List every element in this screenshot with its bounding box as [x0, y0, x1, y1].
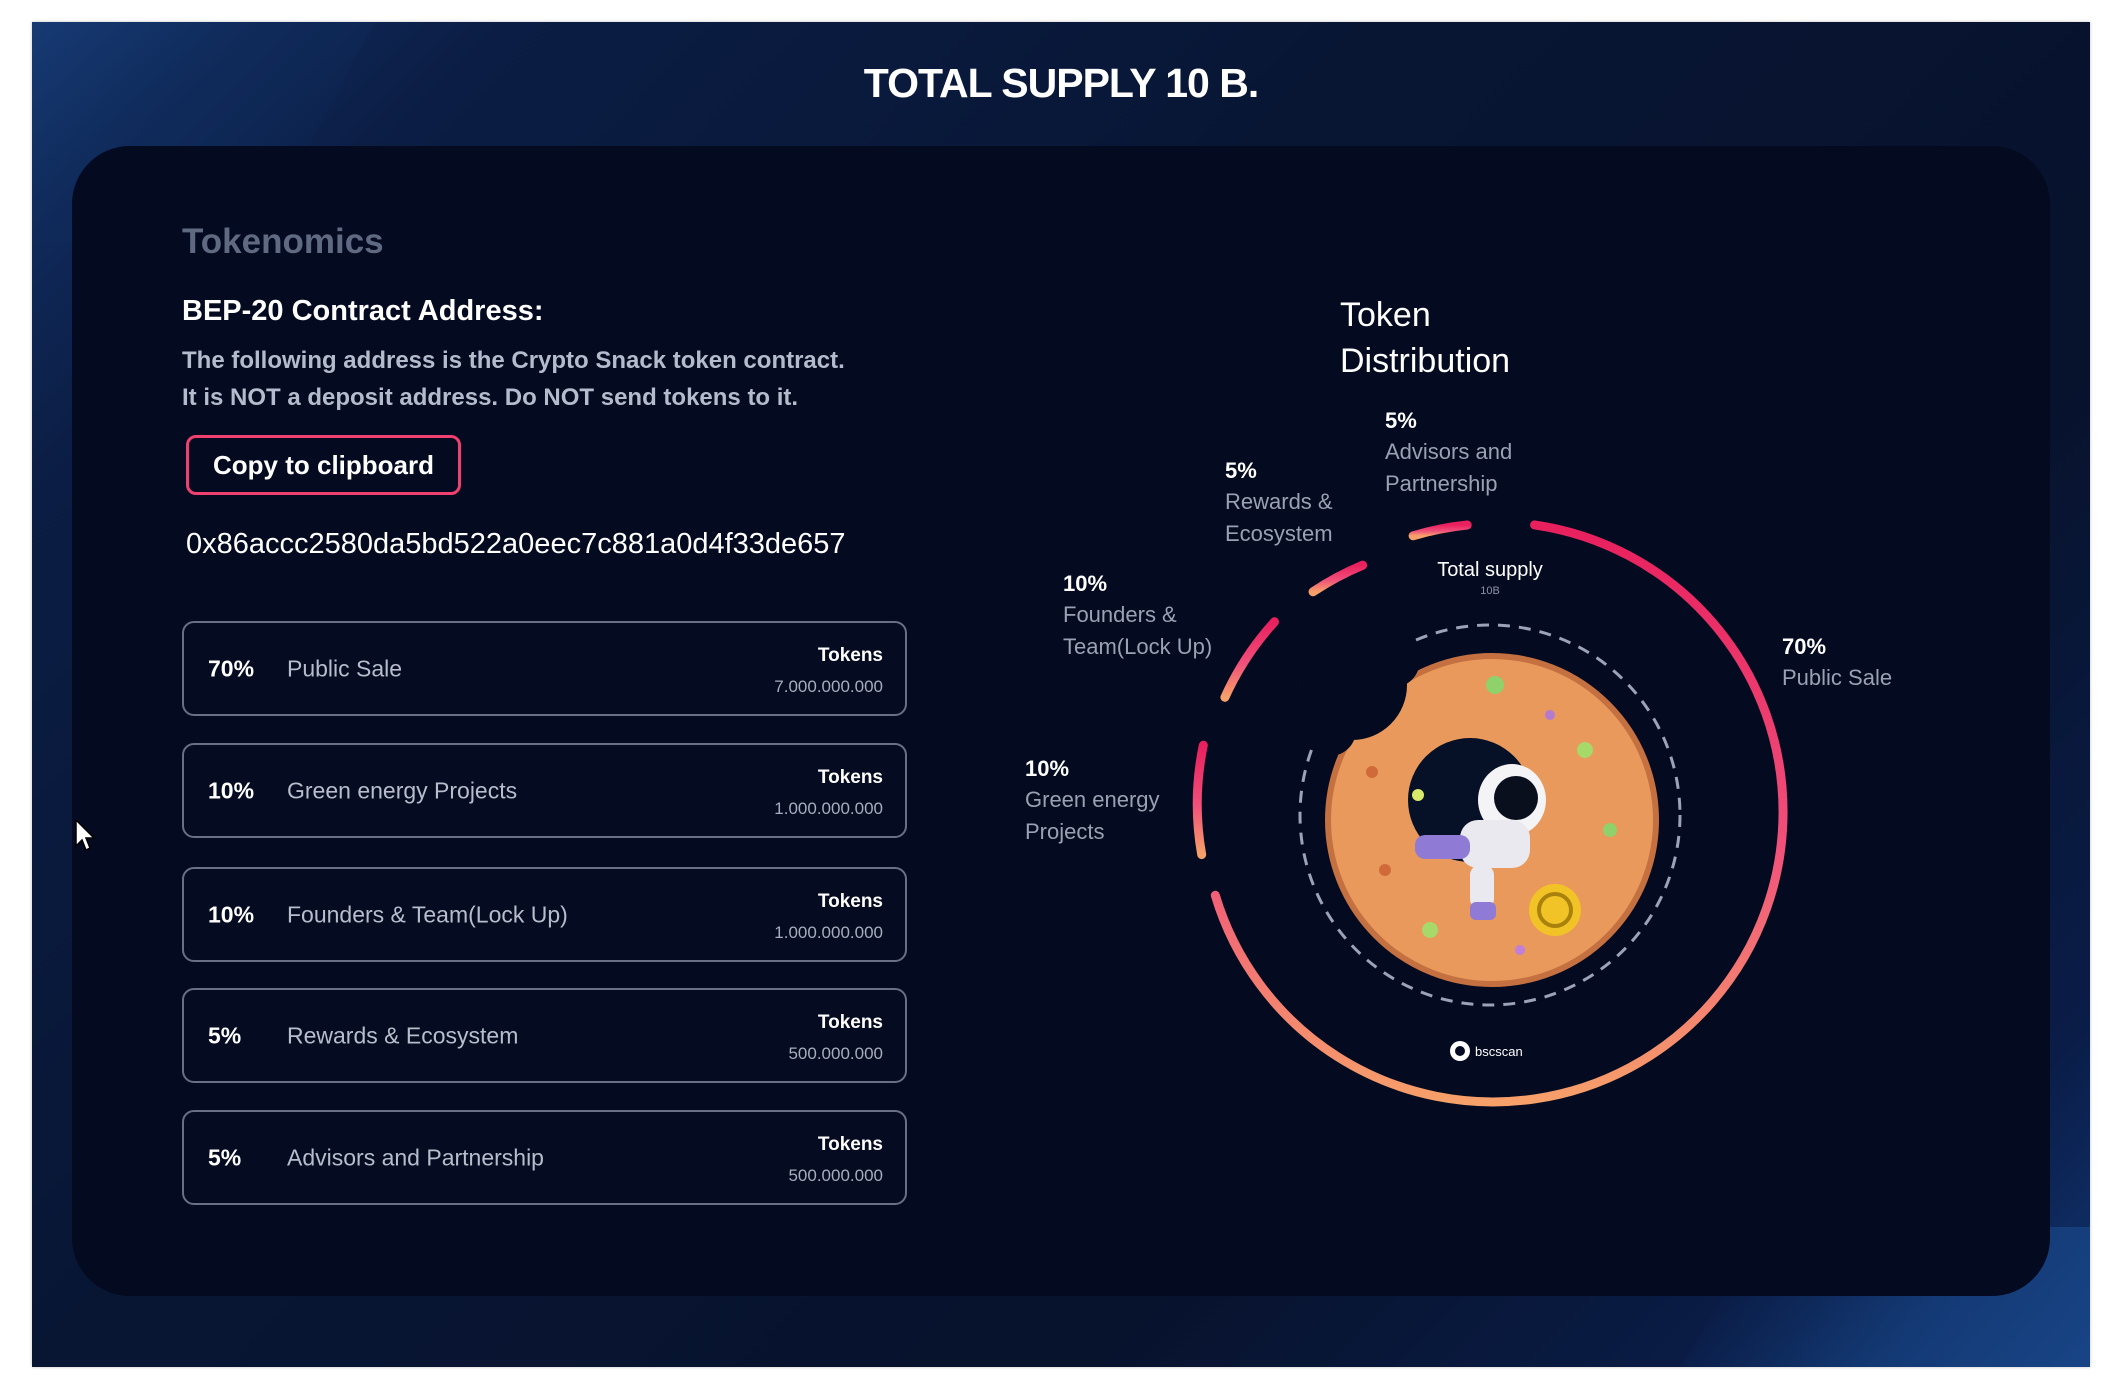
contract-description: The following address is the Crypto Snac…	[182, 342, 962, 416]
contract-heading: BEP-20 Contract Address:	[182, 295, 544, 327]
allocation-tokens-label: Tokens	[817, 767, 883, 788]
allocation-percent: 10%	[208, 777, 255, 803]
chart-title-line: Token	[1340, 296, 1431, 334]
allocation-percent: 10%	[208, 901, 255, 927]
chart-center-sub: 10B	[1480, 585, 1500, 597]
chart-label-percent: 70%	[1782, 634, 1827, 659]
token-distribution-chart: Total supply 10B bscscan	[1192, 520, 1788, 1107]
allocation-row-public-sale: 70% Public Sale Tokens 7.000.000.000	[182, 621, 907, 716]
allocation-name: Public Sale	[287, 655, 403, 681]
ring-segment-founders	[1220, 617, 1279, 702]
token-distribution-title: Token Distribution	[1340, 292, 1600, 384]
bscscan-logo-icon	[1450, 1041, 1470, 1061]
copy-to-clipboard-button[interactable]: Copy to clipboard	[186, 435, 461, 495]
allocation-name: Advisors and Partnership	[287, 1144, 544, 1170]
chart-title-line: Distribution	[1340, 342, 1511, 380]
contract-description-line: It is NOT a deposit address. Do NOT send…	[182, 384, 799, 411]
allocation-row-green-energy: 10% Green energy Projects Tokens 1.000.0…	[182, 743, 907, 838]
allocation-tokens-label: Tokens	[817, 1012, 883, 1033]
chart-label-text: Public Sale	[1782, 665, 1893, 690]
ring-segment-advisors	[1408, 520, 1472, 541]
ring-segment-rewards	[1308, 560, 1368, 597]
allocation-amount: 7.000.000.000	[774, 677, 883, 696]
allocation-row-founders-team: 10% Founders & Team(Lock Up) Tokens 1.00…	[182, 867, 907, 962]
allocation-percent: 70%	[208, 655, 255, 681]
allocation-percent: 5%	[208, 1022, 242, 1048]
bscscan-badge-text: bscscan	[1475, 1044, 1523, 1059]
page-title: TOTAL SUPPLY 10 B.	[863, 60, 1259, 106]
contract-address: 0x86accc2580da5bd522a0eec7c881a0d4f33de6…	[186, 528, 846, 560]
donut-astronaut-illustration	[1297, 630, 1659, 987]
chart-label-percent: 5%	[1385, 408, 1417, 433]
chart-label-public-sale: 70% Public Sale	[1782, 632, 1982, 694]
contract-description-line: The following address is the Crypto Snac…	[182, 347, 845, 374]
allocation-percent: 5%	[208, 1144, 242, 1170]
allocation-name: Green energy Projects	[287, 777, 518, 803]
chart-center-label: Total supply	[1437, 559, 1543, 581]
allocation-row-advisors-partnership: 5% Advisors and Partnership Tokens 500.0…	[182, 1110, 907, 1205]
allocation-amount: 500.000.000	[788, 1166, 883, 1185]
allocation-amount: 1.000.000.000	[774, 799, 883, 818]
chart-label-percent: 5%	[1225, 458, 1257, 483]
allocation-amount: 1.000.000.000	[774, 923, 883, 942]
allocation-tokens-label: Tokens	[817, 891, 883, 912]
mouse-pointer-icon	[75, 818, 96, 852]
ring-segment-green-energy	[1192, 740, 1208, 860]
allocation-name: Founders & Team(Lock Up)	[287, 901, 568, 927]
allocation-amount: 500.000.000	[788, 1044, 883, 1063]
allocation-tokens-label: Tokens	[817, 1134, 883, 1155]
allocation-tokens-label: Tokens	[817, 645, 883, 666]
section-title: Tokenomics	[182, 222, 384, 261]
allocation-row-rewards-ecosystem: 5% Rewards & Ecosystem Tokens 500.000.00…	[182, 988, 907, 1083]
allocation-name: Rewards & Ecosystem	[287, 1022, 519, 1048]
